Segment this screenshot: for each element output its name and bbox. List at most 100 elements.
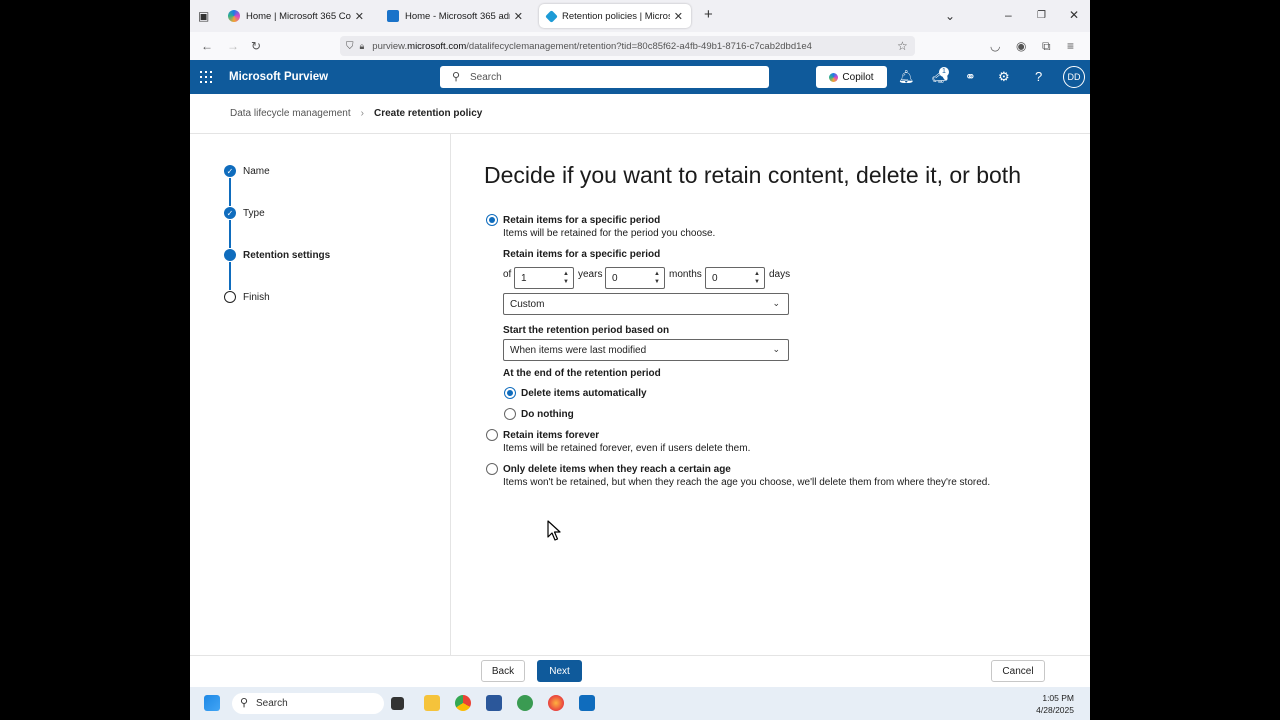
windows-start-icon[interactable] xyxy=(204,695,220,711)
taskbar-search-placeholder: Search xyxy=(256,698,288,709)
extensions-icon[interactable]: ⧉ xyxy=(1042,39,1051,53)
chrome-icon[interactable] xyxy=(455,695,471,711)
tab-copilot-home[interactable]: Home | Microsoft 365 Copilot ✕ xyxy=(220,4,372,28)
app-launcher-icon[interactable] xyxy=(200,71,212,83)
file-explorer-icon[interactable] xyxy=(424,695,440,711)
browser-tab-bar: ▣ Home | Microsoft 365 Copilot ✕ Home - … xyxy=(190,0,1090,32)
pending-step-icon xyxy=(224,291,236,303)
step-label: Name xyxy=(243,165,270,177)
minimize-icon[interactable]: – xyxy=(1005,8,1012,22)
community-icon[interactable]: ⚭ xyxy=(965,69,976,85)
step-connector xyxy=(229,178,231,206)
purview-favicon-icon xyxy=(545,9,558,23)
notification-badge: 1 xyxy=(939,67,949,77)
chevron-right-icon: › xyxy=(360,108,364,119)
address-bar[interactable]: ⛉ 🔒︎ purview.microsoft.com/datalifecycle… xyxy=(340,36,915,56)
breadcrumb-parent-link[interactable]: Data lifecycle management xyxy=(230,108,351,119)
years-stepper[interactable]: 1 ▲ ▼ xyxy=(514,267,574,289)
bell-icon[interactable]: 🔔︎ xyxy=(898,69,915,85)
taskbar-clock[interactable]: 1:05 PM 4/28/2025 xyxy=(1036,692,1074,716)
help-icon[interactable]: ? xyxy=(1035,69,1042,85)
start-period-dropdown[interactable]: When items were last modified ⌄ xyxy=(503,339,789,361)
start-period-value: When items were last modified xyxy=(510,344,647,356)
search-input[interactable]: ⚲ Search xyxy=(440,66,769,88)
delete-by-age-radio[interactable] xyxy=(486,463,498,475)
months-stepper[interactable]: 0 ▲ ▼ xyxy=(605,267,665,289)
step-type[interactable]: ✓ Type xyxy=(224,206,265,220)
step-label: Finish xyxy=(243,291,270,303)
clock-time: 1:05 PM xyxy=(1042,693,1074,703)
retain-specific-period-desc: Items will be retained for the period yo… xyxy=(503,228,716,239)
days-stepper[interactable]: 0 ▲ ▼ xyxy=(705,267,765,289)
step-name[interactable]: ✓ Name xyxy=(224,164,270,178)
lock-icon: 🔒︎ xyxy=(359,40,365,51)
account-icon[interactable]: ◉ xyxy=(1016,39,1026,53)
app-name[interactable]: Microsoft Purview xyxy=(229,71,328,83)
delete-by-age-desc: Items won't be retained, but when they r… xyxy=(503,477,991,488)
tab-admin-center[interactable]: Home - Microsoft 365 admin ce ✕ xyxy=(379,4,531,28)
stepper-arrows-icon[interactable]: ▲ ▼ xyxy=(754,270,760,286)
panel-divider xyxy=(450,134,451,655)
of-label: of xyxy=(503,269,512,280)
step-label: Retention settings xyxy=(243,249,331,261)
gear-icon[interactable]: ⚙ xyxy=(998,69,1010,85)
divider xyxy=(190,133,1090,134)
cancel-button[interactable]: Cancel xyxy=(991,660,1045,682)
task-view-icon[interactable] xyxy=(391,697,404,710)
restore-icon[interactable]: ❐ xyxy=(1037,9,1046,23)
step-finish[interactable]: Finish xyxy=(224,290,270,304)
menu-icon[interactable]: ≡ xyxy=(1067,39,1074,53)
tab-title: Retention policies | Microsoft P xyxy=(562,10,670,22)
current-step-icon xyxy=(224,249,236,261)
outlook-icon[interactable] xyxy=(579,695,595,711)
start-period-label: Start the retention period based on xyxy=(503,325,670,336)
admin-favicon-icon xyxy=(387,10,399,22)
tab-title: Home - Microsoft 365 admin ce xyxy=(405,10,510,22)
period-dropdown[interactable]: Custom ⌄ xyxy=(503,293,789,315)
reload-icon[interactable]: ↻ xyxy=(251,39,261,53)
firefox-icon[interactable] xyxy=(548,695,564,711)
close-window-icon[interactable]: ✕ xyxy=(1069,8,1079,22)
retain-forever-label: Retain items forever xyxy=(503,430,600,441)
browser-nav-bar: ← → ↻ ⛉ 🔒︎ purview.microsoft.com/datalif… xyxy=(190,32,1090,60)
retain-specific-period-radio[interactable] xyxy=(486,214,498,226)
word-icon[interactable] xyxy=(486,695,502,711)
end-period-label: At the end of the retention period xyxy=(503,368,661,379)
tab-close-icon[interactable]: ✕ xyxy=(355,10,364,23)
tab-title: Home | Microsoft 365 Copilot xyxy=(246,10,351,22)
stepper-arrows-icon[interactable]: ▲ ▼ xyxy=(654,270,660,286)
back-button[interactable]: Back xyxy=(481,660,525,682)
step-connector xyxy=(229,262,231,290)
bookmark-star-icon[interactable]: ☆ xyxy=(897,39,908,53)
chevron-down-icon: ⌄ xyxy=(772,344,780,354)
back-arrow-icon[interactable]: ← xyxy=(201,39,213,53)
step-connector xyxy=(229,220,231,248)
shield-icon: ⛉ xyxy=(346,40,354,52)
next-button[interactable]: Next xyxy=(537,660,582,682)
tab-list-chevron-icon[interactable]: ⌄ xyxy=(945,9,955,23)
tab-close-icon[interactable]: ✕ xyxy=(514,10,523,23)
delete-automatically-radio[interactable] xyxy=(504,387,516,399)
step-retention-settings[interactable]: Retention settings xyxy=(224,248,330,262)
avatar[interactable]: DD xyxy=(1063,66,1085,88)
new-tab-button[interactable]: + xyxy=(704,7,713,22)
forward-arrow-icon[interactable]: → xyxy=(227,39,239,53)
tab-close-icon[interactable]: ✕ xyxy=(674,10,683,23)
mouse-cursor-icon xyxy=(547,520,561,541)
tab-overview-icon[interactable]: ▣ xyxy=(198,9,209,23)
stepper-arrows-icon[interactable]: ▲ ▼ xyxy=(563,270,569,286)
retain-specific-period-label: Retain items for a specific period xyxy=(503,215,661,226)
tab-retention-policies[interactable]: Retention policies | Microsoft P ✕ xyxy=(539,4,691,28)
breadcrumb-current: Create retention policy xyxy=(373,108,483,119)
retain-forever-radio[interactable] xyxy=(486,429,498,441)
copilot-button[interactable]: Copilot xyxy=(816,66,887,88)
days-value: 0 xyxy=(712,272,718,284)
pocket-icon[interactable]: ◡ xyxy=(990,39,1000,53)
delete-automatically-label: Delete items automatically xyxy=(521,388,647,399)
xbox-icon[interactable] xyxy=(517,695,533,711)
windows-taskbar: ⚲ Search 1:05 PM 4/28/2025 xyxy=(190,687,1090,720)
do-nothing-radio[interactable] xyxy=(504,408,516,420)
taskbar-search-input[interactable]: ⚲ Search xyxy=(232,693,384,714)
chevron-down-icon: ⌄ xyxy=(772,298,780,308)
period-dropdown-value: Custom xyxy=(510,298,545,310)
